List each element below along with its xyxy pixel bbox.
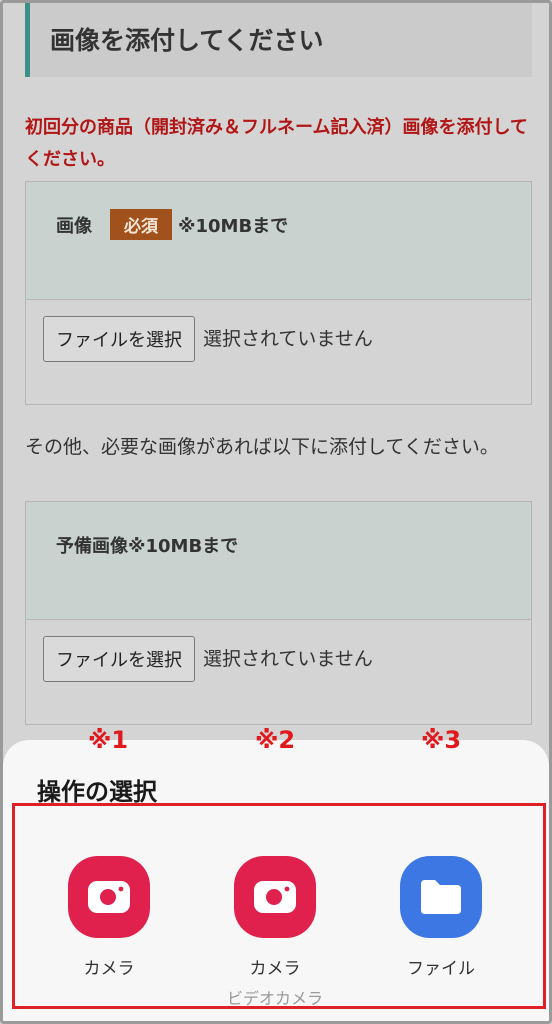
- choose-spare-file-button[interactable]: ファイルを選択: [43, 636, 195, 682]
- spare-file-status: 選択されていません: [203, 648, 373, 670]
- marker-1: ※1: [88, 726, 129, 754]
- required-badge: 必須: [110, 209, 172, 240]
- spare-image-upload-field: 予備画像※10MBまで ファイルを選択 選択されていません: [25, 501, 532, 725]
- choose-file-button[interactable]: ファイルを選択: [43, 316, 195, 362]
- video-camera-option-label: カメラ: [249, 959, 301, 979]
- action-sheet-title: 操作の選択: [37, 778, 157, 806]
- image-field-body: ファイルを選択 選択されていません: [26, 300, 531, 404]
- marker-2: ※2: [255, 726, 296, 754]
- image-upload-field: 画像 必須 ※10MBまで ファイルを選択 選択されていません: [25, 181, 532, 405]
- other-images-text: その他、必要な画像があれば以下に添付してください。: [25, 436, 499, 458]
- camera-icon: [234, 856, 316, 938]
- required-notice: 初回分の商品（開封済み＆フルネーム記入済）画像を添付してください。: [25, 117, 528, 170]
- image-size-note: ※10MBまで: [178, 216, 289, 237]
- video-camera-sublabel: ビデオカメラ: [226, 989, 323, 1008]
- spare-field-label: 予備画像※10MBまで: [56, 536, 239, 557]
- camera-option[interactable]: カメラ: [49, 856, 169, 979]
- marker-3: ※3: [421, 726, 462, 754]
- files-option[interactable]: ファイル: [381, 856, 501, 979]
- file-status: 選択されていません: [203, 328, 373, 350]
- spare-field-body: ファイルを選択 選択されていません: [26, 620, 531, 724]
- video-camera-option[interactable]: カメラ ビデオカメラ: [215, 856, 335, 1009]
- section-heading: 画像を添付してください: [25, 0, 532, 77]
- app-options-highlight: カメラ カメラ ビデオカメラ ファイル: [12, 803, 546, 1009]
- folder-icon: [400, 856, 482, 938]
- section-title: 画像を添付してください: [50, 25, 324, 55]
- camera-icon: [68, 856, 150, 938]
- image-field-header: 画像 必須 ※10MBまで: [26, 182, 531, 300]
- image-field-label: 画像: [56, 216, 92, 237]
- camera-option-label: カメラ: [83, 959, 135, 979]
- spare-field-header: 予備画像※10MBまで: [26, 502, 531, 620]
- files-option-label: ファイル: [407, 959, 475, 979]
